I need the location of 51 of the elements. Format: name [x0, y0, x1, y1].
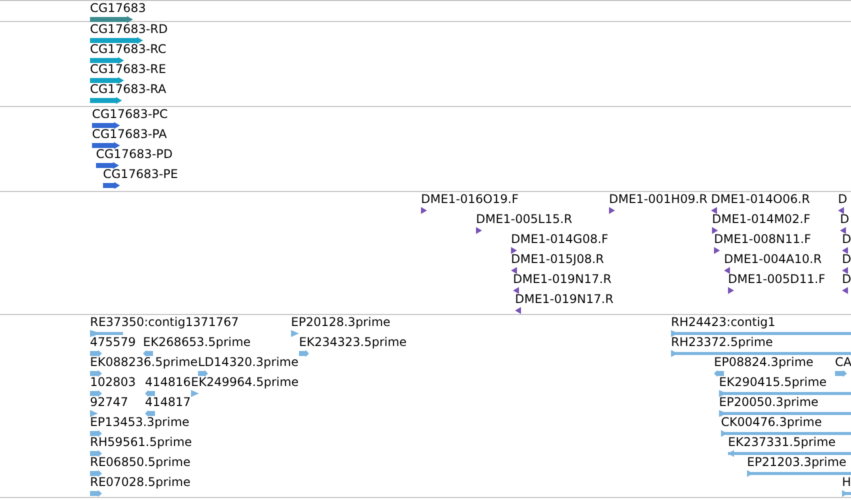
- feature-label: DME1-019N17.R: [515, 293, 614, 306]
- feature-label: DME1-014O06.R: [711, 193, 810, 206]
- feature-label: CG17683-RA: [90, 83, 166, 96]
- feature-label: D: [842, 233, 851, 246]
- feature-label: D: [840, 213, 850, 226]
- feature-label: DME1-019N17.R: [513, 273, 612, 286]
- feature-label: DME1-008N11.F: [714, 233, 812, 246]
- feature-label: CK00476.3prime: [721, 416, 822, 429]
- feature-label: EK088236.5prime: [90, 356, 198, 369]
- feature-label: CG17683-PA: [92, 128, 167, 141]
- feature-label: CG17683-PE: [103, 168, 178, 181]
- feature-label: CG17683-RC: [90, 43, 166, 56]
- feature-label: CG17683-RE: [90, 63, 166, 76]
- feature-label: EK234323.5prime: [299, 336, 407, 349]
- feature-label: 475579: [90, 336, 136, 349]
- feature-label: RH24423:contig1: [671, 316, 776, 329]
- feature-label: EP20050.3prime: [719, 396, 818, 409]
- feature-label: DME1-005L15.R: [476, 213, 572, 226]
- feature-label: CG17683-PD: [96, 148, 173, 161]
- feature-label: EK249964.5prime: [191, 376, 299, 389]
- feature-label: DME1-015J08.R: [511, 253, 604, 266]
- feature-label: EP21203.3prime: [747, 456, 846, 469]
- feature-label: RE06850.5prime: [90, 456, 190, 469]
- feature-label: EK268653.5prime: [143, 336, 251, 349]
- feature-label: CG17683-RD: [90, 23, 168, 36]
- feature-label: EP08824.3prime: [714, 356, 814, 369]
- feature-label: RH23372.5prime: [671, 336, 773, 349]
- feature-label: CG17683-PC: [92, 108, 168, 121]
- feature-label: D: [842, 273, 851, 286]
- feature-label: H: [842, 476, 851, 489]
- feature-label: CG17683: [90, 2, 146, 15]
- feature-label: EK237331.5prime: [728, 436, 836, 449]
- feature-label: D: [838, 193, 848, 206]
- feature-label: RH59561.5prime: [90, 436, 192, 449]
- feature-label: EP13453.3prime: [90, 416, 190, 429]
- feature-label: RE07028.5prime: [90, 476, 190, 489]
- feature-label: 102803: [90, 376, 136, 389]
- feature-label: DME1-005D11.F: [728, 273, 826, 286]
- feature-label: DME1-001H09.R: [609, 193, 708, 206]
- feature-label: DME1-016O19.F: [421, 193, 518, 206]
- feature-label: DME1-014G08.F: [511, 233, 608, 246]
- feature-label: 414816: [145, 376, 191, 389]
- feature-label: LD14320.3prime: [198, 356, 299, 369]
- feature-label: EK290415.5prime: [719, 376, 827, 389]
- feature-label: DME1-014M02.F: [712, 213, 810, 226]
- feature-label: D: [842, 253, 851, 266]
- feature-label: EP20128.3prime: [291, 316, 390, 329]
- feature-label: 92747: [90, 396, 128, 409]
- feature-label: 414817: [145, 396, 191, 409]
- feature-label: RE37350:contig1371767: [90, 316, 239, 329]
- feature-label: DME1-004A10.R: [724, 253, 822, 266]
